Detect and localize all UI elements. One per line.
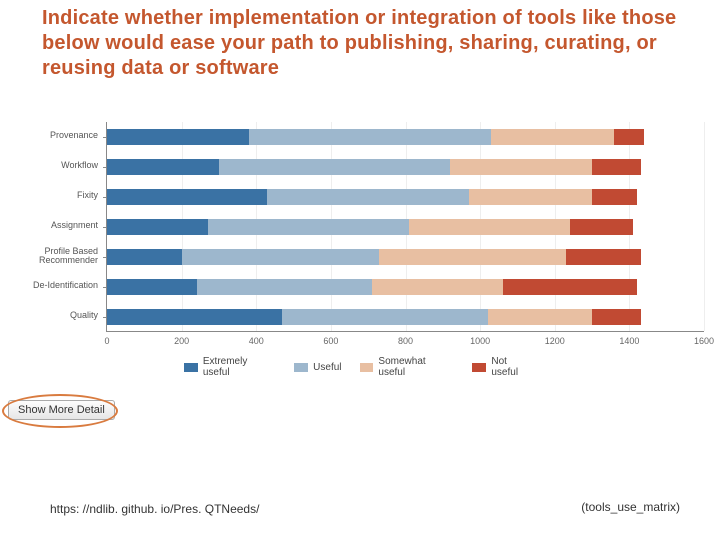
legend-swatch-icon [184,363,198,372]
legend-item: Useful [294,356,341,378]
bar-segment [219,159,450,175]
grid-line [704,122,705,331]
bar-segment [614,129,644,145]
bar-segment [107,129,249,145]
legend-item: Somewhat useful [360,356,455,378]
bar-segment [592,159,641,175]
footer-tag: (tools_use_matrix) [581,500,680,514]
legend-swatch-icon [360,363,374,372]
bar-segment [107,159,219,175]
category-label: Assignment [8,221,98,230]
bar-segment [282,309,487,325]
bar-segment [379,249,566,265]
x-tick-label: 200 [174,336,189,346]
bar-row [107,129,644,145]
legend: Extremely useful Useful Somewhat useful Not… [184,356,536,378]
bar-segment [107,309,282,325]
legend-swatch-icon [294,363,308,372]
bar-row [107,159,641,175]
x-tick-label: 1400 [619,336,639,346]
show-more-button[interactable]: Show More Detail [8,400,115,420]
bar-segment [267,189,468,205]
bar-segment [107,249,182,265]
legend-label: Not useful [491,356,536,378]
bar-segment [409,219,569,235]
bar-segment [488,309,592,325]
bar-segment [450,159,592,175]
x-tick-label: 600 [323,336,338,346]
category-label: Workflow [8,161,98,170]
page-title: Indicate whether implementation or integ… [42,6,682,81]
bar-row [107,309,641,325]
footer-url: https: //ndlib. github. io/Pres. QTNeeds… [50,502,259,516]
category-label: Profile Based Recommender [8,247,98,266]
show-more-wrap: Show More Detail [8,400,115,420]
bar-row [107,279,637,295]
bar-row [107,219,633,235]
legend-label: Useful [313,362,341,373]
x-tick-label: 1200 [545,336,565,346]
bar-segment [107,189,267,205]
bar-segment [182,249,380,265]
legend-item: Not useful [472,356,536,378]
bar-segment [592,309,641,325]
bar-segment [107,219,208,235]
bar-segment [566,249,641,265]
legend-swatch-icon [472,363,486,372]
bar-segment [208,219,409,235]
bar-row [107,249,641,265]
category-label: Provenance [8,131,98,140]
bar-segment [592,189,637,205]
category-label: De-Identification [8,281,98,290]
category-label: Quality [8,311,98,320]
legend-label: Somewhat useful [378,356,454,378]
bar-segment [503,279,637,295]
x-tick-label: 400 [249,336,264,346]
legend-item: Extremely useful [184,356,276,378]
plot-area: 02004006008001000120014001600ProvenanceW… [106,122,704,332]
legend-label: Extremely useful [203,356,276,378]
bar-row [107,189,637,205]
chart: 0 200 400 600 800 1000 1200 1400 1600 Provenance W… [8,122,712,382]
bar-segment [249,129,492,145]
bar-segment [372,279,503,295]
bar-segment [197,279,372,295]
x-tick-label: 1600 [694,336,714,346]
bar-segment [469,189,592,205]
bar-segment [491,129,614,145]
x-tick-label: 1000 [470,336,490,346]
category-label: Fixity [8,191,98,200]
x-tick-label: 0 [104,336,109,346]
x-tick-label: 800 [398,336,413,346]
bar-segment [570,219,633,235]
bar-segment [107,279,197,295]
